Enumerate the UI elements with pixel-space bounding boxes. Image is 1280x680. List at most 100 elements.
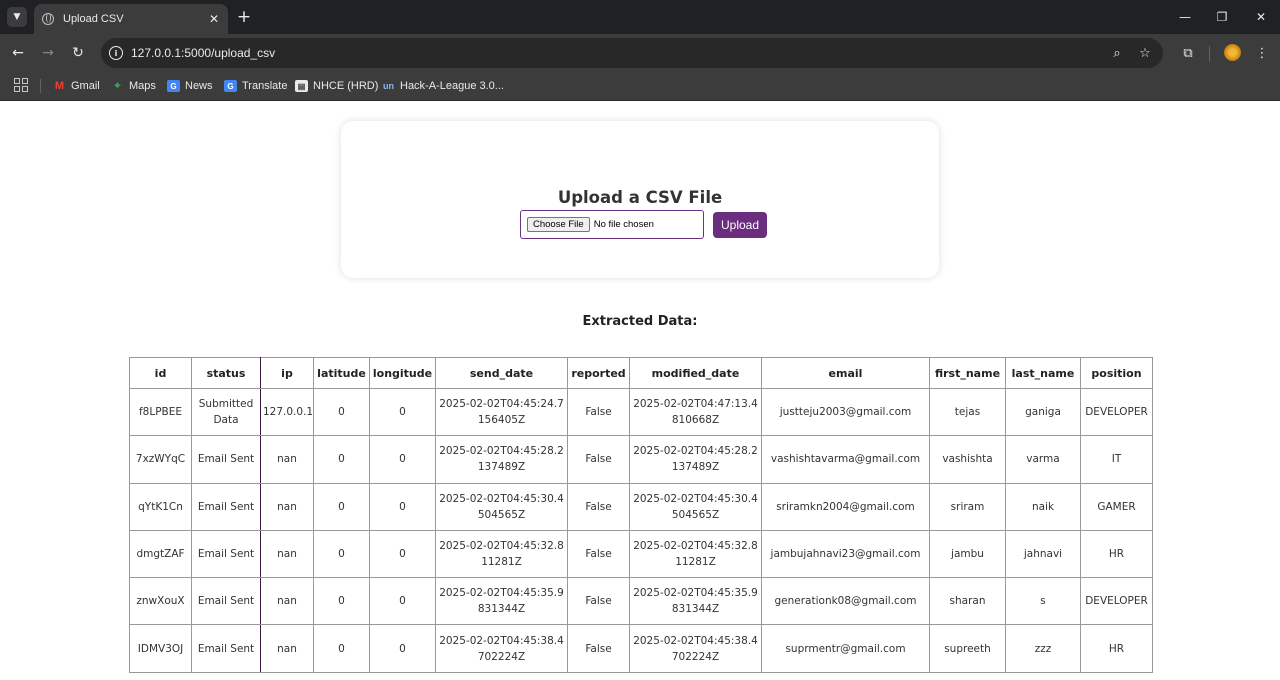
extracted-data-table: id status ip latitude longitude send_dat…	[129, 357, 1153, 673]
column-header-first-name: first_name	[929, 357, 1006, 389]
cell-email: jambujahnavi23@gmail.com	[761, 529, 930, 579]
table-header-row: id status ip latitude longitude send_dat…	[129, 357, 1153, 389]
cell-id: dmgtZAF	[129, 529, 192, 579]
table-row: qYtK1Cn Email Sent nan 0 0 2025-02-02T04…	[129, 482, 1153, 531]
cell-send-date: 2025-02-02T04:45:30.4504565Z	[435, 482, 568, 531]
cell-ip: nan	[260, 435, 314, 484]
cell-position: GAMER	[1080, 482, 1153, 531]
cell-first-name: vashishta	[929, 435, 1006, 484]
cell-last-name: jahnavi	[1005, 529, 1081, 579]
cell-id: znwXouX	[129, 577, 192, 626]
cell-status: Email Sent	[191, 577, 261, 626]
bookmark-news[interactable]: G News	[167, 77, 213, 95]
tab-search-button[interactable]: ▼	[7, 7, 27, 27]
cell-status: Submitted Data	[191, 387, 261, 437]
profile-avatar[interactable]	[1224, 44, 1241, 61]
cell-longitude: 0	[369, 577, 436, 626]
column-header-position: position	[1080, 357, 1153, 389]
bookmark-gmail[interactable]: M Gmail	[53, 77, 100, 95]
extensions-icon[interactable]: ⧉	[1178, 43, 1198, 63]
more-menu-icon[interactable]: ⋮	[1252, 43, 1272, 63]
new-tab-button[interactable]: +	[234, 8, 254, 26]
address-bar[interactable]: i 127.0.0.1:5000/upload_csv ⌕ ☆	[101, 38, 1163, 68]
column-header-send-date: send_date	[435, 357, 568, 389]
bookmark-maps[interactable]: ⌖ Maps	[111, 77, 156, 95]
unstop-icon: un	[383, 81, 394, 91]
forward-button[interactable]: →	[38, 43, 58, 63]
cell-last-name: s	[1005, 577, 1081, 626]
bookmark-translate[interactable]: G Translate	[224, 77, 287, 95]
globe-icon	[42, 13, 54, 25]
upload-title: Upload a CSV File	[557, 188, 723, 207]
arrow-left-icon: ←	[12, 45, 24, 61]
plus-icon: +	[236, 7, 252, 27]
minimize-icon: —	[1179, 10, 1191, 24]
close-icon[interactable]: ✕	[206, 11, 222, 27]
chevron-down-icon: ▼	[13, 12, 21, 22]
cell-first-name: supreeth	[929, 624, 1006, 673]
cell-status: Email Sent	[191, 482, 261, 531]
column-header-email: email	[761, 357, 930, 389]
cell-id: qYtK1Cn	[129, 482, 192, 531]
reload-button[interactable]: ↻	[68, 43, 88, 63]
restore-button[interactable]: ❐	[1211, 6, 1233, 28]
cell-email: vashishtavarma@gmail.com	[761, 435, 930, 484]
translate-icon: G	[224, 80, 237, 92]
apps-grid-icon[interactable]	[14, 78, 28, 92]
cell-latitude: 0	[313, 482, 370, 531]
bookmark-label: NHCE (HRD)	[313, 80, 379, 92]
column-header-status: status	[191, 357, 261, 389]
cell-longitude: 0	[369, 529, 436, 579]
cell-last-name: ganiga	[1005, 387, 1081, 437]
cell-id: f8LPBEE	[129, 387, 192, 437]
cell-id: 7xzWYqC	[129, 435, 192, 484]
cell-modified-date: 2025-02-02T04:45:28.2137489Z	[629, 435, 762, 484]
cell-first-name: sharan	[929, 577, 1006, 626]
back-button[interactable]: ←	[8, 43, 28, 63]
bookmark-label: News	[185, 80, 213, 92]
table-row: 7xzWYqC Email Sent nan 0 0 2025-02-02T04…	[129, 435, 1153, 484]
bookmark-label: Hack-A-League 3.0...	[400, 80, 504, 92]
cell-position: IT	[1080, 435, 1153, 484]
close-window-button[interactable]: ✕	[1250, 6, 1272, 28]
column-header-reported: reported	[567, 357, 630, 389]
toolbar-divider	[1209, 46, 1210, 62]
cell-position: DEVELOPER	[1080, 387, 1153, 437]
star-icon[interactable]: ☆	[1137, 45, 1153, 61]
zoom-icon[interactable]: ⌕	[1109, 45, 1125, 61]
cell-last-name: varma	[1005, 435, 1081, 484]
info-icon[interactable]: i	[109, 46, 123, 60]
minimize-button[interactable]: —	[1174, 6, 1196, 28]
cell-modified-date: 2025-02-02T04:45:32.811281Z	[629, 529, 762, 579]
file-input[interactable]: Choose File No file chosen	[520, 210, 704, 239]
cell-email: generationk08@gmail.com	[761, 577, 930, 626]
restore-icon: ❐	[1216, 10, 1228, 24]
active-tab[interactable]: Upload CSV ✕	[34, 4, 228, 34]
cell-email: justteju2003@gmail.com	[761, 387, 930, 437]
table-row: znwXouX Email Sent nan 0 0 2025-02-02T04…	[129, 577, 1153, 626]
cell-longitude: 0	[369, 482, 436, 531]
column-header-ip: ip	[260, 357, 314, 389]
bookmark-hack-a-league[interactable]: un Hack-A-League 3.0...	[382, 77, 504, 95]
cell-position: DEVELOPER	[1080, 577, 1153, 626]
cell-ip: nan	[260, 577, 314, 626]
browser-toolbar: ← → ↻ i 127.0.0.1:5000/upload_csv ⌕ ☆ ⧉ …	[0, 34, 1280, 72]
upload-button[interactable]: Upload	[713, 212, 767, 238]
cell-latitude: 0	[313, 387, 370, 437]
cell-ip: nan	[260, 482, 314, 531]
cell-modified-date: 2025-02-02T04:45:38.4702224Z	[629, 624, 762, 673]
bookmark-label: Maps	[129, 80, 156, 92]
choose-file-button[interactable]: Choose File	[527, 217, 590, 232]
cell-longitude: 0	[369, 624, 436, 673]
cell-ip: 127.0.0.1	[260, 387, 314, 437]
cell-last-name: naik	[1005, 482, 1081, 531]
file-status-text: No file chosen	[593, 219, 654, 230]
bookmark-nhce[interactable]: ▤ NHCE (HRD)	[295, 77, 378, 95]
url-text[interactable]: 127.0.0.1:5000/upload_csv	[131, 46, 275, 60]
column-header-last-name: last_name	[1005, 357, 1081, 389]
cell-first-name: sriram	[929, 482, 1006, 531]
cell-ip: nan	[260, 624, 314, 673]
cell-status: Email Sent	[191, 435, 261, 484]
cell-position: HR	[1080, 529, 1153, 579]
cell-send-date: 2025-02-02T04:45:32.811281Z	[435, 529, 568, 579]
